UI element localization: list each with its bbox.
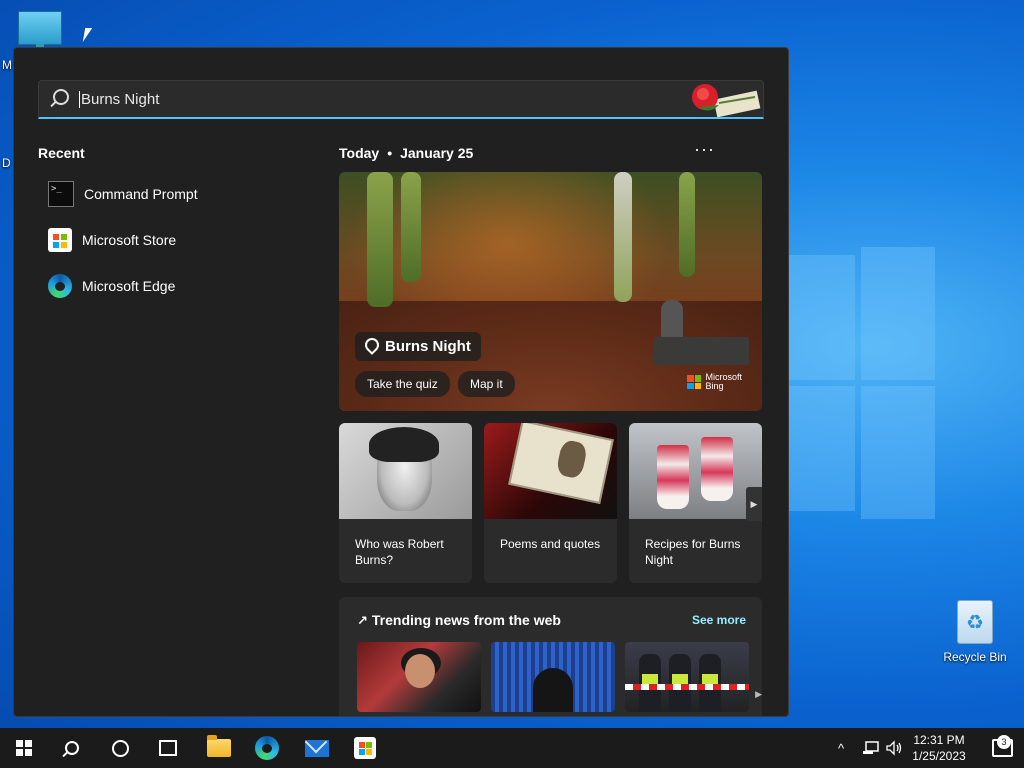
hero-card-burns-night[interactable]: Burns Night Take the quiz Map it Microso… <box>339 172 762 411</box>
recycle-bin-label: Recycle Bin <box>943 650 1007 664</box>
mail-taskbar-button[interactable] <box>293 728 341 768</box>
recent-item-label: Microsoft Store <box>82 232 177 248</box>
windows-logo-icon <box>15 739 33 757</box>
scroll-right-icon[interactable]: ▶ <box>746 487 762 521</box>
microsoft-store-icon <box>354 737 376 759</box>
trending-title-text: Trending news from the web <box>371 612 561 628</box>
today-separator: • <box>387 145 393 161</box>
search-icon <box>65 741 79 755</box>
news-thumbnail[interactable] <box>491 642 615 712</box>
today-heading: Today • January 25 <box>339 145 473 161</box>
notification-count-badge: 3 <box>997 735 1011 749</box>
card-label: Who was Robert Burns? <box>355 537 444 567</box>
card-who-was-robert-burns[interactable]: Who was Robert Burns? <box>339 423 472 583</box>
poems-book-image <box>484 423 617 519</box>
microsoft-edge-icon <box>255 736 279 760</box>
task-view-icon <box>159 740 177 756</box>
cortana-button[interactable] <box>96 728 144 768</box>
file-explorer-icon <box>207 735 231 757</box>
taskbar: ^ 12:31 PM 1/25/2023 3 <box>0 728 1024 768</box>
file-explorer-button[interactable] <box>195 728 243 768</box>
mail-icon <box>305 739 329 757</box>
card-label: Recipes for Burns Night <box>645 537 741 567</box>
desktop-icon-label-fragment: D <box>2 156 11 170</box>
action-center-button[interactable]: 3 <box>980 728 1024 768</box>
robert-burns-portrait <box>339 423 472 519</box>
rose-highlight-icon <box>692 84 761 117</box>
clock-time: 12:31 PM <box>913 733 965 747</box>
trending-arrow-icon: ↗ <box>357 613 368 628</box>
network-icon <box>863 741 879 754</box>
today-date: January 25 <box>400 145 474 161</box>
see-more-link[interactable]: See more <box>692 613 746 627</box>
location-pin-icon <box>362 335 382 355</box>
cortana-icon <box>111 739 129 757</box>
today-label: Today <box>339 145 380 161</box>
recent-heading: Recent <box>38 145 85 161</box>
card-label: Poems and quotes <box>500 537 601 551</box>
recipes-dessert-image <box>629 423 762 519</box>
search-input[interactable]: Burns Night <box>79 91 159 108</box>
news-thumbnail[interactable] <box>625 642 749 712</box>
trending-news-section: ↗ Trending news from the web See more ▶ <box>339 597 762 716</box>
start-button[interactable] <box>0 728 48 768</box>
more-options-button[interactable]: ··· <box>694 139 715 160</box>
clock-date: 1/25/2023 <box>912 749 966 763</box>
map-it-button[interactable]: Map it <box>458 371 515 397</box>
card-recipes-for-burns-night[interactable]: Recipes for Burns Night ▶ <box>629 423 762 583</box>
command-prompt-icon <box>48 181 74 207</box>
take-the-quiz-button[interactable]: Take the quiz <box>355 371 450 397</box>
recycle-bin-icon: ♻ <box>957 600 993 644</box>
recycle-bin[interactable]: ♻ Recycle Bin <box>940 600 1010 664</box>
news-thumbnail[interactable] <box>357 642 481 712</box>
microsoft-logo-icon <box>687 375 702 389</box>
recent-item-microsoft-edge[interactable]: Microsoft Edge <box>38 266 298 306</box>
show-hidden-icons-button[interactable]: ^ <box>838 728 844 768</box>
store-taskbar-button[interactable] <box>341 728 389 768</box>
this-pc-icon[interactable] <box>18 11 62 49</box>
microsoft-store-icon <box>48 228 72 252</box>
search-box[interactable]: Burns Night <box>38 80 764 119</box>
recent-item-label: Command Prompt <box>84 186 198 202</box>
bing-brand-line2: Bing <box>705 381 724 391</box>
clock[interactable]: 12:31 PM 1/25/2023 <box>900 732 978 764</box>
scroll-right-icon[interactable]: ▶ <box>755 689 762 700</box>
trending-heading: ↗ Trending news from the web <box>357 612 561 629</box>
desktop-icon-label-fragment: M <box>2 58 12 72</box>
mouse-cursor-icon <box>82 28 93 42</box>
desktop-wallpaper-logo <box>785 247 935 519</box>
task-view-button[interactable] <box>144 728 192 768</box>
card-poems-and-quotes[interactable]: Poems and quotes <box>484 423 617 583</box>
hero-title[interactable]: Burns Night <box>355 332 481 361</box>
recent-item-label: Microsoft Edge <box>82 278 176 294</box>
microsoft-bing-logo: Microsoft Bing <box>687 373 742 391</box>
recent-item-microsoft-store[interactable]: Microsoft Store <box>38 220 298 260</box>
search-icon <box>53 89 69 105</box>
microsoft-edge-icon <box>48 274 72 298</box>
search-panel: Burns Night Recent Command Prompt Micros… <box>13 47 789 717</box>
recent-item-command-prompt[interactable]: Command Prompt <box>38 174 298 214</box>
network-button[interactable] <box>862 728 880 768</box>
hero-title-text: Burns Night <box>385 338 471 355</box>
edge-taskbar-button[interactable] <box>243 728 291 768</box>
taskbar-search-button[interactable] <box>48 728 96 768</box>
